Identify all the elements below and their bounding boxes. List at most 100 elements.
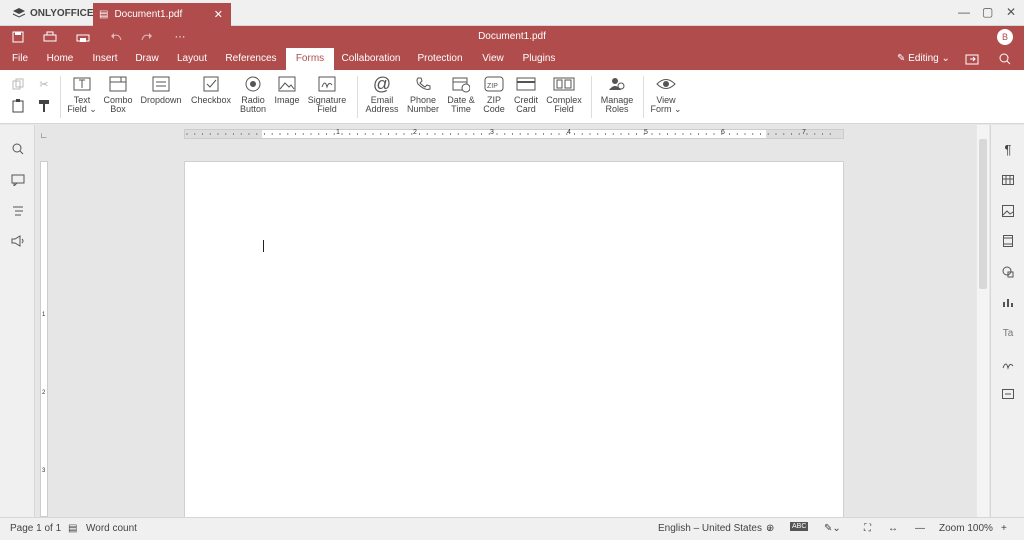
eye-icon [656, 79, 676, 89]
menu-insert[interactable]: Insert [88, 48, 122, 70]
menu-protection[interactable]: Protection [414, 48, 466, 70]
zip-icon: ZIP [484, 76, 504, 92]
zoom-out-icon[interactable]: — [915, 523, 925, 534]
maximize-button[interactable]: ▢ [982, 5, 993, 19]
spellcheck-icon[interactable]: ABC [790, 522, 809, 531]
search-icon[interactable] [997, 51, 1013, 67]
open-location-icon[interactable] [964, 51, 980, 67]
ruler-ticks [185, 130, 843, 138]
phone-icon [416, 77, 431, 90]
menu-draw[interactable]: Draw [132, 48, 162, 70]
dropdown-button[interactable]: Dropdown [140, 74, 182, 105]
document-language-icon[interactable]: ⊕ [766, 523, 774, 534]
forms-toolbar: ✂ Text Field ⌄ Combo Box Dropdown Checkbox… [0, 70, 1024, 124]
credit-card-icon [516, 77, 536, 91]
toolbar-separator [643, 76, 644, 118]
form-settings-icon[interactable] [1000, 386, 1016, 402]
page-indicator[interactable]: Page 1 of 1 [10, 523, 61, 534]
paragraph-settings-icon[interactable]: ¶ [1000, 141, 1016, 157]
copy-icon[interactable] [10, 76, 26, 92]
menu-references[interactable]: References [222, 48, 280, 70]
image-settings-icon[interactable] [1000, 203, 1016, 219]
track-changes-icon[interactable]: ✎⌄ [824, 523, 841, 534]
comments-icon[interactable] [10, 172, 26, 188]
header-footer-icon[interactable] [1000, 233, 1016, 249]
app-logo: ONLYOFFICE [12, 6, 94, 20]
combo-box-icon [109, 76, 127, 92]
shape-settings-icon[interactable] [1000, 264, 1016, 280]
document-header: ··· Document1.pdf B [0, 26, 1024, 48]
menu-collaboration[interactable]: Collaboration [340, 48, 402, 70]
checkbox-button[interactable]: Checkbox [190, 74, 232, 105]
ruler-number: 5 [644, 129, 648, 136]
menu-forms[interactable]: Forms [286, 48, 334, 70]
menu-layout[interactable]: Layout [172, 48, 212, 70]
user-avatar[interactable]: B [997, 29, 1013, 45]
toolbar-separator [591, 76, 592, 118]
text-cursor [263, 240, 264, 252]
horizontal-ruler[interactable]: 1 2 3 4 5 6 7 [184, 129, 844, 139]
users-icon [609, 78, 625, 90]
signature-settings-icon[interactable] [1000, 356, 1016, 372]
status-bar: Page 1 of 1 ▤ Word count English – Unite… [0, 517, 1024, 540]
zoom-in-icon[interactable]: + [1001, 523, 1007, 534]
email-address-button[interactable]: @ Email Address [361, 74, 403, 114]
ruler-number: 2 [42, 390, 46, 396]
menu-home[interactable]: Home [42, 48, 78, 70]
search-icon[interactable] [10, 141, 26, 157]
fit-page-icon[interactable]: ⛶ [864, 523, 871, 534]
svg-text:ZIP: ZIP [487, 83, 498, 90]
paste-icon[interactable] [10, 98, 26, 114]
manage-roles-button[interactable]: Manage Roles [596, 74, 638, 114]
fit-width-icon[interactable]: ↔ [888, 523, 898, 534]
editing-label: Editing [908, 53, 939, 64]
image-button[interactable]: Image [266, 74, 308, 105]
word-count-button[interactable]: Word count [86, 523, 137, 534]
headings-icon[interactable] [10, 203, 26, 219]
editing-mode-button[interactable]: ✎ Editing ⌄ [897, 48, 950, 70]
calendar-icon [452, 77, 470, 93]
tab-stop-selector[interactable]: ∟ [40, 131, 48, 140]
credit-card-button[interactable]: Credit Card [505, 74, 547, 114]
right-sidebar: ¶ Ta [990, 125, 1024, 517]
signature-field-button[interactable]: Signature Field [306, 74, 348, 114]
toolbar-separator [357, 76, 358, 118]
word-count-icon: ▤ [68, 523, 78, 534]
ruler-number: 1 [42, 312, 46, 318]
ruler-number: 7 [802, 129, 806, 136]
menu-bar: File Home Insert Draw Layout References … [0, 48, 1024, 70]
pdf-icon: ▤ [99, 9, 109, 20]
radio-button-icon [245, 76, 261, 92]
layers-icon [12, 8, 26, 18]
close-window-button[interactable]: ✕ [1006, 5, 1016, 19]
menu-file[interactable]: File [5, 48, 35, 70]
vertical-ruler[interactable]: 1 2 3 [40, 161, 48, 517]
table-settings-icon[interactable] [1000, 172, 1016, 188]
tab-title: Document1.pdf [114, 9, 183, 20]
image-icon [278, 76, 296, 92]
scrollbar-thumb[interactable] [979, 139, 987, 289]
view-form-button[interactable]: View Form ⌄ [645, 74, 687, 114]
text-art-settings-icon[interactable]: Ta [1000, 325, 1016, 341]
document-page[interactable] [184, 161, 844, 521]
zoom-level[interactable]: Zoom 100% [939, 523, 993, 534]
ruler-number: 4 [567, 129, 571, 136]
signature-icon [318, 76, 336, 92]
language-select[interactable]: English – United States ⌄ [658, 523, 773, 534]
format-painter-icon[interactable] [36, 98, 52, 114]
cut-icon[interactable]: ✂ [36, 76, 52, 92]
menu-view[interactable]: View [478, 48, 508, 70]
minimize-button[interactable]: — [958, 5, 970, 19]
document-tab[interactable]: ▤ Document1.pdf ✕ [93, 3, 231, 26]
ruler-number: 3 [490, 129, 494, 136]
feedback-icon[interactable] [10, 233, 26, 249]
combo-box-button[interactable]: Combo Box [97, 74, 139, 114]
phone-number-button[interactable]: Phone Number [402, 74, 444, 114]
chart-settings-icon[interactable] [1000, 294, 1016, 310]
text-field-icon [73, 77, 91, 91]
menu-plugins[interactable]: Plugins [518, 48, 560, 70]
vertical-scrollbar[interactable] [977, 125, 989, 517]
complex-field-button[interactable]: Complex Field [543, 74, 585, 114]
title-bar: ONLYOFFICE ▤ Document1.pdf ✕ — ▢ ✕ [0, 0, 1024, 26]
close-tab-icon[interactable]: ✕ [214, 8, 223, 21]
